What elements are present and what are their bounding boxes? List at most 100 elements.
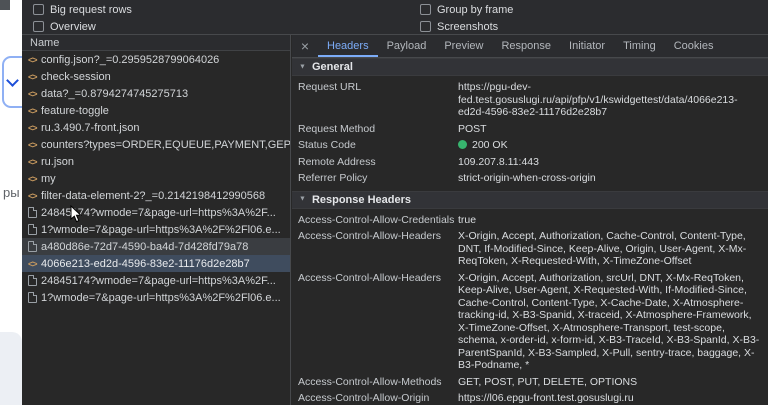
checkbox-big-request-rows[interactable]: Big request rows: [33, 2, 132, 17]
header-value: GET, POST, PUT, DELETE, OPTIONS: [458, 375, 638, 388]
network-requests-panel: Name <> config.json?_=0.2959528799064026…: [22, 35, 291, 405]
tab-initiator[interactable]: Initiator: [560, 35, 614, 57]
header-value: X-Origin, Accept, Authorization, Cache-C…: [458, 230, 747, 267]
tab-preview[interactable]: Preview: [435, 35, 492, 57]
document-icon: [28, 207, 37, 218]
request-row[interactable]: 24845174?wmode=7&page-url=https%3A%2F...: [22, 204, 290, 221]
request-row[interactable]: <> counters?types=ORDER,EQUEUE,PAYMENT,G…: [22, 136, 290, 153]
request-row[interactable]: <> my: [22, 170, 290, 187]
header-row: Status Code 200 OK: [292, 137, 768, 154]
json-icon: <>: [28, 54, 38, 65]
json-icon: <>: [28, 258, 38, 269]
header-row: Access-Control-Allow-Headers X-Origin, A…: [292, 270, 768, 374]
header-key: Access-Control-Allow-Headers: [298, 230, 441, 242]
header-value: 109.207.8.11:443: [458, 155, 539, 168]
checkbox-icon: [420, 21, 431, 32]
page-fragment: [0, 0, 10, 10]
checkbox-label: Big request rows: [50, 3, 132, 16]
header-row: Referrer Policy strict-origin-when-cross…: [292, 170, 768, 187]
close-icon[interactable]: ×: [292, 35, 318, 57]
tab-headers[interactable]: Headers: [318, 35, 378, 57]
chevron-down-icon: [6, 73, 19, 87]
network-settings-pane: Big request rows Overview Group by frame…: [22, 0, 768, 35]
header-key: Referrer Policy: [298, 172, 368, 184]
header-key: Access-Control-Allow-Credentials: [298, 213, 455, 226]
json-icon: <>: [28, 156, 38, 167]
header-row: Request URL https://pgu-dev-fed.test.gos…: [292, 79, 768, 121]
page-partial-text: ры: [3, 185, 20, 200]
general-section-header[interactable]: ▼ General: [292, 58, 768, 76]
request-list: <> config.json?_=0.2959528799064026 <> c…: [22, 51, 290, 306]
request-name: 24845174?wmode=7&page-url=https%3A%2F...: [41, 274, 276, 287]
checkbox-group-by-frame[interactable]: Group by frame: [420, 2, 513, 17]
disclosure-triangle-icon: ▼: [299, 195, 306, 203]
tab-payload[interactable]: Payload: [378, 35, 436, 57]
request-name: filter-data-element-2?_=0.21421984129905…: [41, 189, 266, 202]
json-icon: <>: [28, 88, 38, 99]
checkbox-label: Overview: [50, 20, 96, 33]
response-headers-kv-list: Access-Control-Allow-Credentials true Ac…: [292, 209, 768, 405]
request-name: config.json?_=0.2959528799064026: [41, 53, 220, 66]
request-row[interactable]: <> data?_=0.8794274745275713: [22, 85, 290, 102]
document-icon: [28, 224, 37, 235]
request-name: data?_=0.8794274745275713: [41, 87, 189, 100]
request-name: a480d86e-72d7-4590-ba4d-7d428fd79a78: [41, 240, 249, 253]
page-card-edge: [0, 332, 22, 405]
checkbox-icon: [420, 4, 431, 15]
checkbox-label: Screenshots: [437, 20, 499, 33]
name-column-header[interactable]: Name: [22, 35, 290, 51]
request-row[interactable]: <> ru.json: [22, 153, 290, 170]
request-name: ru.3.490.7-front.json: [41, 121, 140, 134]
section-title: Response Headers: [311, 193, 411, 206]
tab-timing[interactable]: Timing: [614, 35, 665, 57]
request-row[interactable]: 1?wmode=7&page-url=https%3A%2F%2Fl06.e..…: [22, 289, 290, 306]
json-icon: <>: [28, 71, 38, 82]
header-row: Remote Address 109.207.8.11:443: [292, 154, 768, 171]
request-row[interactable]: <> check-session: [22, 68, 290, 85]
section-title: General: [311, 61, 353, 73]
checkbox-icon: [33, 4, 44, 15]
json-icon: <>: [28, 139, 38, 150]
request-name: 4066e213-ed2d-4596-83e2-11176d2e28b7: [41, 257, 250, 270]
request-row[interactable]: a480d86e-72d7-4590-ba4d-7d428fd79a78: [22, 238, 290, 255]
request-row[interactable]: <> feature-toggle: [22, 102, 290, 119]
header-key: Remote Address: [298, 155, 376, 168]
header-key: Access-Control-Allow-Methods: [298, 375, 442, 388]
request-row[interactable]: 1?wmode=7&page-url=https%3A%2F%2Fl06.e..…: [22, 221, 290, 238]
checkbox-screenshots[interactable]: Screenshots: [420, 19, 498, 34]
document-icon: [28, 292, 37, 303]
header-value: strict-origin-when-cross-origin: [458, 172, 596, 184]
status-text: 200 OK: [472, 139, 508, 151]
details-tab-bar: × Headers Payload Preview Response Initi…: [292, 35, 768, 58]
header-row: Access-Control-Allow-Headers X-Origin, A…: [292, 228, 768, 270]
tab-cookies[interactable]: Cookies: [665, 35, 723, 57]
checkbox-overview[interactable]: Overview: [33, 19, 96, 34]
request-row[interactable]: <> ru.3.490.7-front.json: [22, 119, 290, 136]
headers-content: ▼ General Request URL https://pgu-dev-fe…: [292, 58, 768, 405]
request-row[interactable]: 24845174?wmode=7&page-url=https%3A%2F...: [22, 272, 290, 289]
header-key: Request Method: [298, 122, 376, 135]
tab-response[interactable]: Response: [492, 35, 560, 57]
header-key: Access-Control-Allow-Origin: [298, 392, 430, 404]
json-icon: <>: [28, 105, 38, 116]
json-icon: <>: [28, 190, 38, 201]
request-row-selected[interactable]: <> 4066e213-ed2d-4596-83e2-11176d2e28b7: [22, 255, 290, 272]
header-value: 200 OK: [458, 139, 760, 152]
general-kv-list: Request URL https://pgu-dev-fed.test.gos…: [292, 76, 768, 191]
document-icon: [28, 275, 37, 286]
header-value: https://pgu-dev-fed.test.gosuslugi.ru/ap…: [458, 81, 738, 118]
request-row[interactable]: <> config.json?_=0.2959528799064026: [22, 51, 290, 68]
background-page: ры: [0, 0, 32, 405]
header-row: Access-Control-Allow-Origin https://l06.…: [292, 390, 768, 405]
response-headers-section-header[interactable]: ▼ Response Headers: [292, 190, 768, 209]
header-row: Access-Control-Allow-Methods GET, POST, …: [292, 374, 768, 391]
request-row[interactable]: <> filter-data-element-2?_=0.21421984129…: [22, 187, 290, 204]
request-name: my: [41, 172, 56, 185]
document-icon: [28, 241, 37, 252]
json-icon: <>: [28, 122, 38, 133]
request-name: feature-toggle: [41, 104, 109, 117]
disclosure-triangle-icon: ▼: [299, 63, 306, 70]
json-icon: <>: [28, 173, 38, 184]
checkbox-label: Group by frame: [437, 3, 514, 16]
request-details-panel: × Headers Payload Preview Response Initi…: [292, 35, 768, 405]
